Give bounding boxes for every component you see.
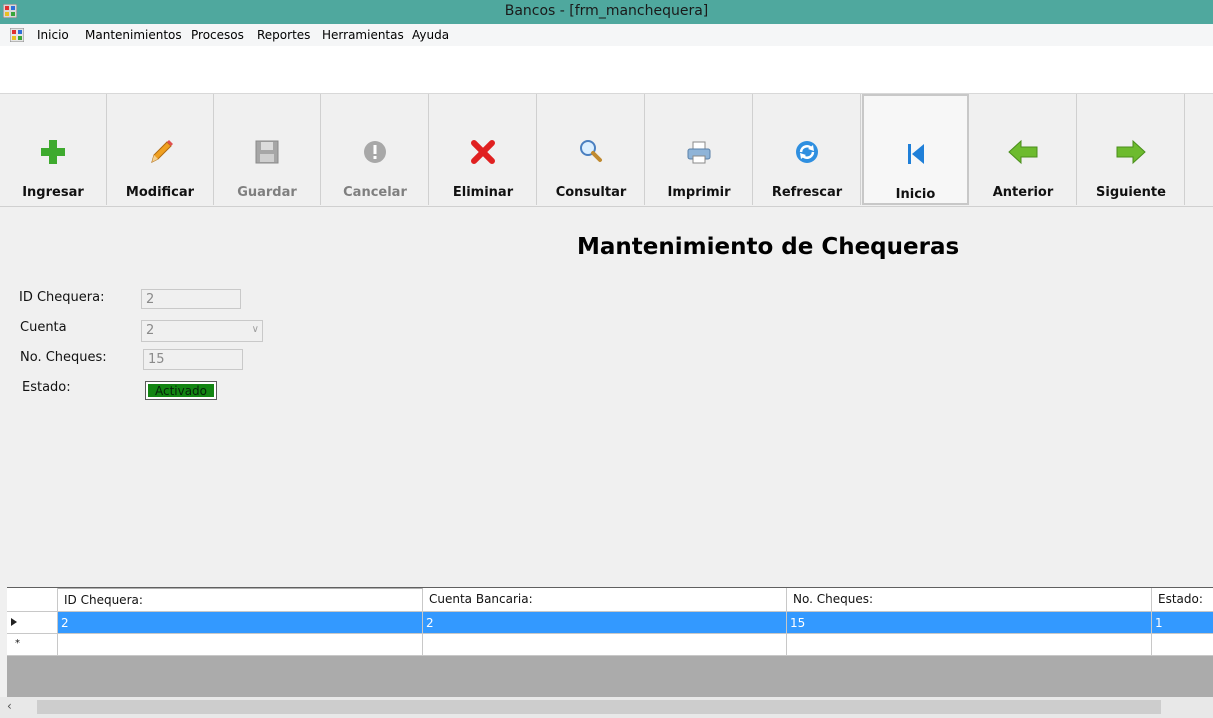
imprimir-label: Imprimir	[667, 185, 731, 200]
first-record-icon	[907, 144, 924, 164]
menu-reportes[interactable]: Reportes	[257, 28, 310, 42]
modificar-button[interactable]: Modificar	[107, 94, 214, 205]
cancelar-button[interactable]: Cancelar	[322, 94, 429, 205]
form-heading: Mantenimiento de Chequeras	[577, 234, 960, 260]
imprimir-button[interactable]: Imprimir	[646, 94, 753, 205]
estado-label: Estado:	[22, 380, 71, 395]
arrow-right-icon	[1116, 139, 1146, 165]
refrescar-label: Refrescar	[771, 185, 843, 200]
cuenta-value: 2	[146, 323, 155, 338]
menu-inicio[interactable]: Inicio	[37, 28, 69, 42]
table-cell[interactable]	[787, 634, 1152, 656]
cancel-icon	[364, 141, 386, 163]
save-icon	[255, 140, 279, 164]
column-header-cuenta[interactable]: Cuenta Bancaria:	[423, 588, 787, 612]
anterior-label: Anterior	[992, 185, 1054, 200]
id-chequera-field[interactable]: 2	[141, 289, 241, 309]
eliminar-label: Eliminar	[452, 185, 514, 200]
column-header-estado[interactable]: Estado:	[1152, 588, 1213, 612]
anterior-button[interactable]: Anterior	[970, 94, 1077, 205]
new-row-asterisk-icon: *	[15, 638, 20, 649]
menu-herramientas[interactable]: Herramientas	[322, 28, 404, 42]
eliminar-button[interactable]: Eliminar	[430, 94, 537, 205]
table-cell[interactable]: 2	[423, 612, 787, 634]
refresh-icon	[796, 141, 818, 163]
toolbar: Ingresar Modificar Guardar Cancelar Elim…	[0, 94, 1213, 207]
ingresar-label: Ingresar	[22, 185, 84, 200]
horizontal-scrollbar[interactable]: ‹	[0, 697, 1213, 718]
blank-strip	[0, 46, 1213, 94]
column-header-id[interactable]: ID Chequera:	[58, 588, 423, 612]
current-row-icon	[11, 618, 17, 626]
modificar-label: Modificar	[125, 185, 195, 200]
cuenta-combobox[interactable]: 2 ∨	[141, 320, 263, 342]
grid-corner	[7, 588, 58, 612]
cancelar-label: Cancelar	[343, 185, 407, 200]
consultar-label: Consultar	[555, 185, 627, 200]
no-cheques-label: No. Cheques:	[20, 350, 107, 365]
no-cheques-field[interactable]: 15	[143, 349, 243, 370]
guardar-label: Guardar	[237, 185, 297, 200]
chevron-down-icon[interactable]: ∨	[252, 324, 259, 335]
menu-mantenimientos[interactable]: Mantenimientos	[85, 28, 182, 42]
estado-toggle[interactable]: Activado	[145, 381, 217, 400]
cuenta-label: Cuenta	[20, 320, 67, 335]
id-chequera-label: ID Chequera:	[19, 290, 105, 305]
menu-ayuda[interactable]: Ayuda	[412, 28, 449, 42]
window-title: Bancos - [frm_manchequera]	[504, 3, 709, 19]
table-cell[interactable]	[1152, 634, 1213, 656]
table-cell[interactable]: 2	[58, 612, 423, 634]
new-row-header[interactable]: *	[7, 634, 58, 656]
siguiente-label: Siguiente	[1096, 185, 1166, 200]
inicio-button[interactable]: Inicio	[862, 94, 969, 205]
title-bar: Bancos - [frm_manchequera]	[0, 0, 1213, 24]
estado-value: Activado	[148, 384, 214, 398]
plus-icon	[41, 140, 65, 164]
inicio-label: Inicio	[895, 187, 936, 202]
row-header-current[interactable]	[7, 612, 58, 634]
consultar-button[interactable]: Consultar	[538, 94, 645, 205]
scroll-thumb[interactable]	[37, 700, 1161, 714]
table-cell[interactable]	[58, 634, 423, 656]
id-chequera-value: 2	[146, 292, 155, 307]
delete-x-icon	[471, 140, 495, 164]
no-cheques-value: 15	[148, 352, 165, 367]
scroll-left-icon[interactable]: ‹	[7, 699, 12, 713]
magnifier-icon	[580, 140, 602, 162]
printer-icon	[687, 141, 711, 164]
table-cell[interactable]	[423, 634, 787, 656]
siguiente-button[interactable]: Siguiente	[1078, 94, 1185, 205]
arrow-left-icon	[1008, 139, 1038, 165]
table-cell[interactable]: 15	[787, 612, 1152, 634]
menu-procesos[interactable]: Procesos	[191, 28, 244, 42]
table-cell[interactable]: 1	[1152, 612, 1213, 634]
ingresar-button[interactable]: Ingresar	[0, 94, 107, 205]
pencil-icon	[151, 140, 173, 163]
column-header-cheques[interactable]: No. Cheques:	[787, 588, 1152, 612]
chequeras-grid[interactable]: ID Chequera: Cuenta Bancaria: No. Cheque…	[7, 587, 1213, 698]
guardar-button[interactable]: Guardar	[214, 94, 321, 205]
menu-bar: Inicio Mantenimientos Procesos Reportes …	[0, 24, 1213, 46]
mdi-child-icon[interactable]	[10, 28, 24, 42]
refrescar-button[interactable]: Refrescar	[754, 94, 861, 205]
